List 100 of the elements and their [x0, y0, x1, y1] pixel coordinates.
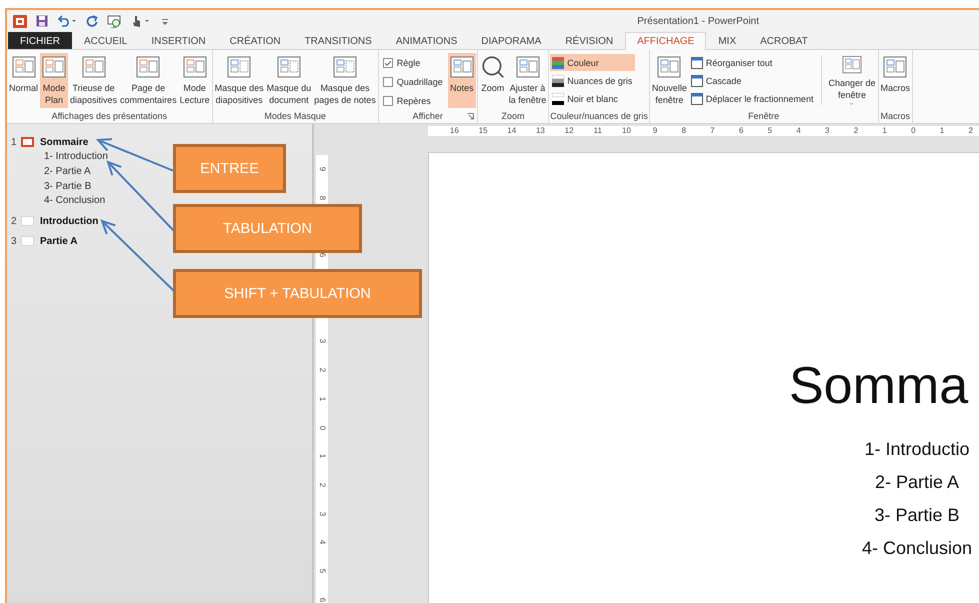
- ribbon-button[interactable]: Mode Lecture: [178, 53, 211, 108]
- ruler-number: 0: [910, 126, 917, 136]
- ruler-number: 6: [738, 126, 744, 136]
- group-label: Modes Masque: [264, 111, 326, 121]
- ruler-number: 1: [938, 126, 946, 136]
- ribbon-tab[interactable]: DIAPORAMA: [469, 32, 554, 49]
- ribbon-button[interactable]: Trieuse de diapositives: [69, 53, 118, 108]
- ruler-number: 2: [318, 482, 326, 488]
- outline-item[interactable]: 1- Introduction: [44, 150, 108, 165]
- ribbon-tab[interactable]: ACROBAT: [748, 32, 820, 49]
- ribbon-button[interactable]: Masque des diapositives: [214, 53, 265, 108]
- ribbon-tab[interactable]: RÉVISION: [553, 32, 626, 49]
- ruler-number: 1: [881, 126, 888, 136]
- ruler-number: 9: [318, 167, 326, 172]
- ruler-number: 3: [824, 126, 830, 136]
- ruler-number: 0: [318, 425, 326, 430]
- checkbox[interactable]: [382, 58, 393, 68]
- undo-icon[interactable]: [57, 15, 77, 27]
- group-label: Couleur/nuances de gris: [550, 111, 648, 121]
- ribbon-button[interactable]: Nouvelle fenêtre: [650, 53, 688, 108]
- ribbon-tab[interactable]: ACCUEIL: [72, 32, 140, 49]
- slide-title[interactable]: Partie A: [40, 236, 78, 247]
- ribbon-button[interactable]: Déplacer le fractionnement: [688, 90, 816, 107]
- ruler-number: 7: [709, 126, 716, 136]
- swatch-icon: [552, 92, 564, 104]
- ribbon-tab[interactable]: ANIMATIONS: [384, 32, 470, 49]
- ruler-number: 13: [534, 126, 546, 136]
- ribbon-button[interactable]: Ajuster à la fenêtre: [508, 53, 548, 108]
- ribbon-button[interactable]: Masque du document: [266, 53, 312, 108]
- ribbon-button[interactable]: Réorganiser tout: [688, 54, 816, 71]
- outline-item[interactable]: 4- Conclusion: [44, 194, 106, 210]
- group-label: Afficher: [412, 111, 443, 121]
- ribbon-button[interactable]: Masque des pages de notes: [313, 53, 377, 108]
- ribbon-button[interactable]: Zoom: [478, 53, 507, 108]
- ruler-number: 10: [621, 126, 632, 136]
- magnifier-icon: [480, 54, 506, 80]
- page-icon: [182, 54, 208, 80]
- slide-title[interactable]: Introduction: [40, 216, 98, 227]
- outline-item[interactable]: 2- Partie A: [44, 164, 91, 180]
- group-label: Macros: [880, 111, 910, 121]
- slide-thumbnail[interactable]: [21, 137, 34, 147]
- group-label: Affichages des présentations: [52, 111, 168, 121]
- ruler-number: 15: [478, 126, 488, 136]
- ribbon-button[interactable]: Couleur: [550, 54, 636, 71]
- page-icon: [80, 54, 107, 80]
- ruler-number: 8: [318, 196, 326, 200]
- ruler-number: 16: [448, 126, 460, 136]
- slide-heading: Somma: [789, 356, 970, 416]
- ruler-number: 6: [318, 253, 326, 258]
- window-icon: [690, 56, 703, 68]
- save-icon[interactable]: [36, 15, 48, 27]
- ribbon-button[interactable]: Mode Plan: [40, 53, 68, 108]
- dialog-launcher-icon[interactable]: [466, 113, 474, 120]
- page-icon: [135, 54, 162, 80]
- ribbon-button[interactable]: Nuances de gris: [550, 72, 636, 89]
- window-icon: [690, 74, 703, 86]
- ruler-number: 8: [680, 126, 688, 136]
- ribbon-button[interactable]: Notes: [448, 53, 476, 108]
- page-icon: [10, 54, 36, 80]
- ruler-number: 4: [318, 540, 326, 545]
- ribbon-button[interactable]: Macros: [880, 53, 912, 108]
- swatch-icon: [552, 74, 564, 86]
- ribbon-tab[interactable]: CRÉATION: [218, 32, 293, 49]
- ruler-number: 5: [318, 568, 326, 574]
- slide-number: 1: [11, 136, 18, 148]
- file-tab[interactable]: FICHIER: [8, 32, 72, 49]
- checkbox-label: Règle: [396, 58, 420, 68]
- checkbox[interactable]: [382, 77, 393, 87]
- ruler-number: 1: [318, 454, 326, 458]
- ruler-number: 2: [852, 126, 860, 136]
- page-icon: [226, 54, 252, 80]
- ribbon-tab[interactable]: TRANSITIONS: [292, 32, 384, 49]
- ribbon-button[interactable]: Page de commentaires: [119, 53, 178, 108]
- checkbox[interactable]: [382, 96, 393, 106]
- ribbon-button[interactable]: Cascade: [688, 72, 816, 89]
- ruler-number: 6: [318, 597, 326, 602]
- ruler-number: 14: [506, 126, 518, 136]
- page-icon: [332, 54, 358, 80]
- ribbon-tab[interactable]: INSERTION: [139, 32, 218, 49]
- slideshow-icon[interactable]: [107, 14, 122, 28]
- slide-list-item: 3- Partie B: [874, 504, 960, 527]
- page-icon: [656, 54, 682, 80]
- ruler-number: 4: [795, 126, 802, 136]
- ruler-number: 3: [318, 339, 326, 344]
- slide-list-item: 1- Introductio: [864, 438, 970, 461]
- slide-list-item: 4- Conclusion: [862, 537, 972, 560]
- redo-icon[interactable]: [86, 15, 98, 27]
- window-title: Présentation1 - PowerPoint: [637, 16, 759, 26]
- ribbon-button[interactable]: Changer de fenêtre: [827, 53, 876, 108]
- customize-caret-icon[interactable]: [162, 18, 168, 24]
- ribbon-tab[interactable]: MIX: [706, 32, 748, 49]
- swatch-icon: [552, 56, 564, 68]
- ribbon-button[interactable]: Noir et blanc: [550, 90, 636, 107]
- slide-title[interactable]: Sommaire: [40, 136, 88, 148]
- slide-list-item: 2- Partie A: [874, 471, 960, 494]
- ribbon-button[interactable]: Normal: [8, 53, 40, 108]
- slide-number: 3: [11, 236, 18, 247]
- page-icon: [276, 54, 302, 80]
- outline-item[interactable]: 3- Partie B: [44, 180, 92, 194]
- ribbon-tab[interactable]: AFFICHAGE: [625, 32, 706, 50]
